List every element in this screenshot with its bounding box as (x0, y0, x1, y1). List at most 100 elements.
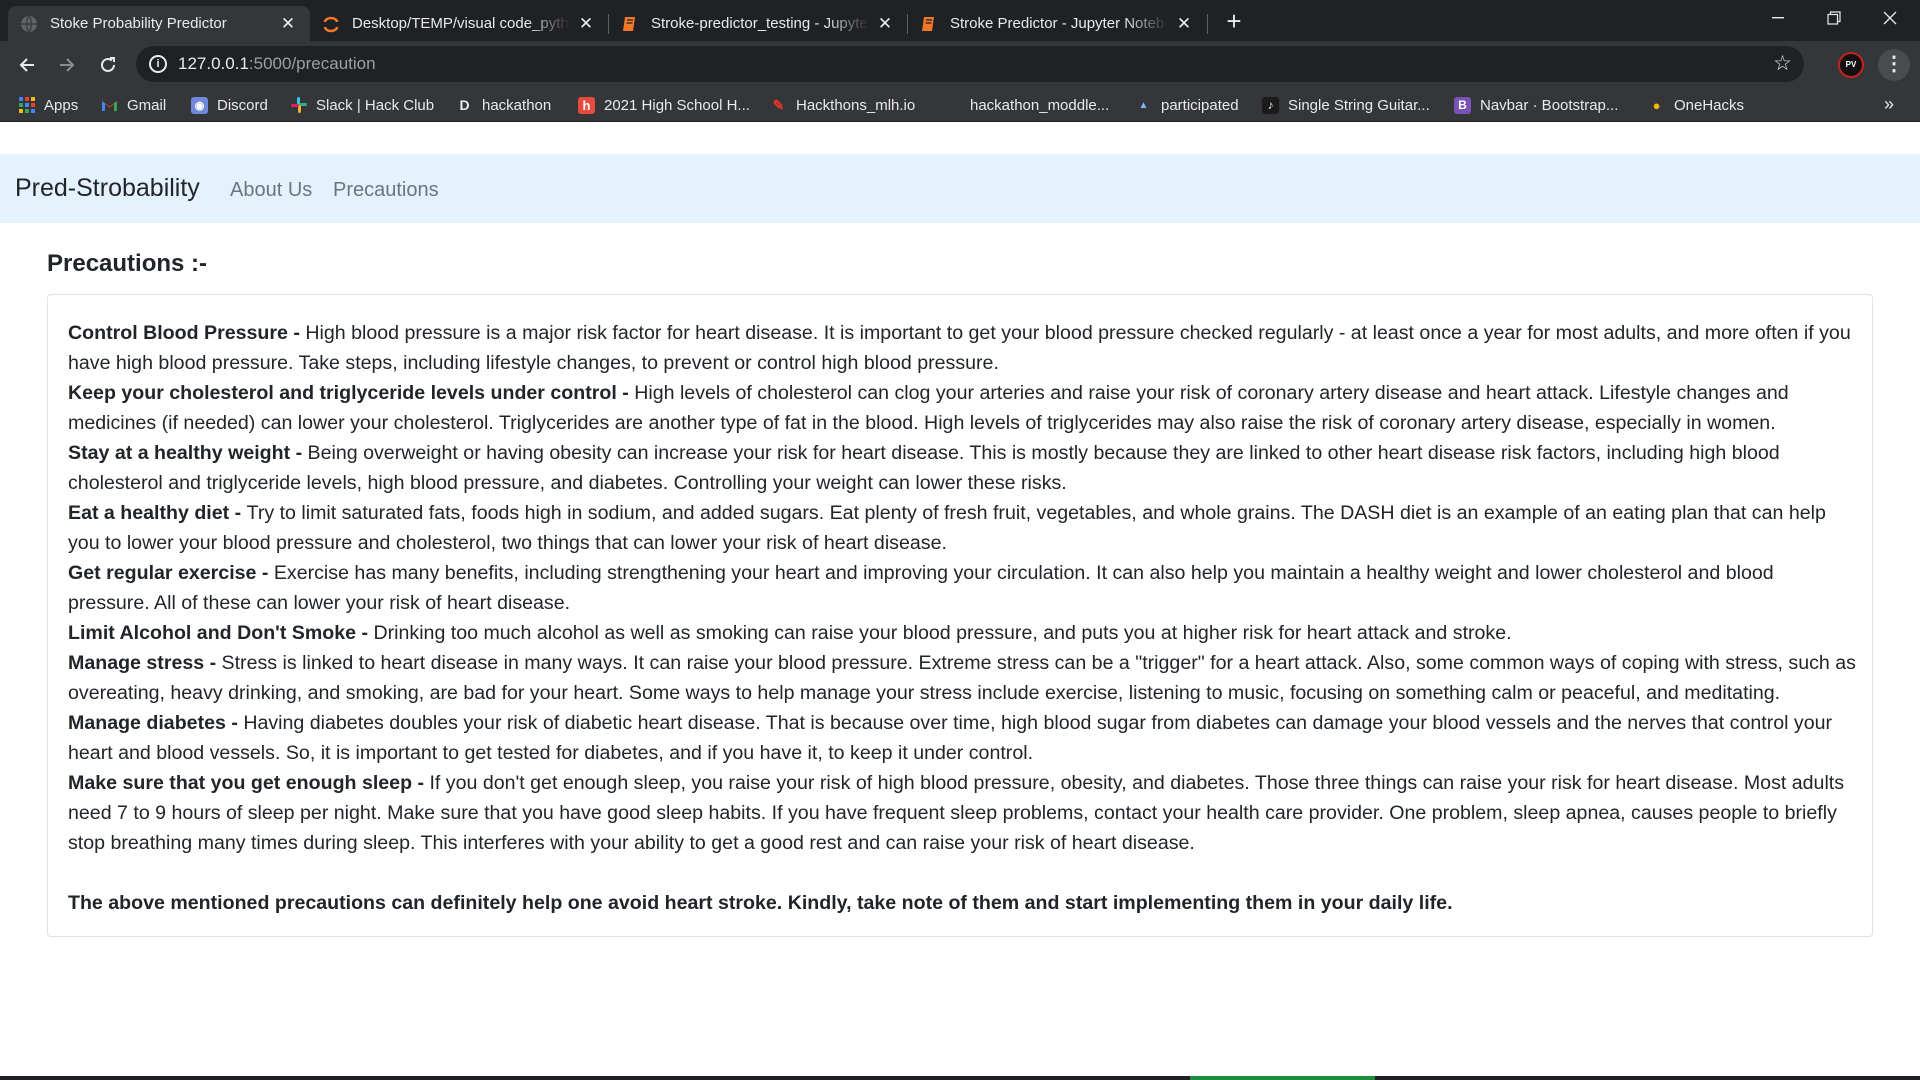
precaution-item: Manage stress - Stress is linked to hear… (68, 648, 1858, 708)
onehacks-icon: ● (1652, 97, 1661, 113)
apps-grid-icon (18, 97, 35, 114)
globe-icon (20, 15, 38, 33)
precaution-heading: Keep your cholesterol and triglyceride l… (68, 382, 635, 404)
bookmark-gmail[interactable]: Gmail (101, 88, 166, 122)
nav-link-about-us[interactable]: About Us (230, 179, 312, 202)
precaution-item: Eat a healthy diet - Try to limit satura… (68, 498, 1858, 558)
tab-title: Stoke Probability Predictor (50, 15, 227, 32)
bookmark-label: hackathon_moddle... (970, 96, 1110, 114)
precaution-heading: Eat a healthy diet - (68, 502, 247, 524)
close-icon[interactable]: ✕ (576, 14, 596, 34)
precaution-heading: Manage stress - (68, 652, 222, 674)
window-close-icon[interactable] (1862, 0, 1918, 36)
precaution-text: Try to limit saturated fats, foods high … (68, 502, 1826, 554)
tab-title: Stroke Predictor - Jupyter Notebook (950, 15, 1168, 32)
nav-link-precautions[interactable]: Precautions (333, 179, 439, 202)
bookmark-bootstrap[interactable]: B Navbar · Bootstrap... (1454, 88, 1618, 122)
precaution-heading: Control Blood Pressure - (68, 322, 306, 344)
mlh-icon: ✎ (772, 96, 785, 113)
precaution-heading: Get regular exercise - (68, 562, 274, 584)
bookmarks-bar: Apps Gmail ◉ Discord Slack | Hack Club D… (0, 88, 1920, 122)
bookmark-participated[interactable]: ▲ participated (1135, 88, 1239, 122)
url-host: 127.0.0.1 (178, 54, 249, 73)
back-icon[interactable] (12, 50, 42, 80)
discord-icon: ◉ (191, 96, 208, 114)
taskbar-highlight (1190, 1076, 1375, 1080)
precaution-text: Exercise has many benefits, including st… (68, 562, 1774, 614)
bookmark-label: OneHacks (1674, 96, 1745, 114)
precaution-text: Stress is linked to heart disease in man… (68, 652, 1856, 704)
notebook-icon (621, 15, 639, 33)
tab-stroke-predictor[interactable]: Stoke Probability Predictor ✕ (8, 6, 310, 41)
address-bar[interactable]: i 127.0.0.1:5000/precaution ☆ (136, 46, 1804, 82)
new-tab-button[interactable]: + (1220, 8, 1248, 36)
precaution-heading: Manage diabetes - (68, 712, 244, 734)
precautions-card: Control Blood Pressure - High blood pres… (47, 294, 1873, 937)
bookmark-apps[interactable]: Apps (18, 88, 78, 122)
jupyter-icon (322, 15, 340, 33)
precautions-list: Control Blood Pressure - High blood pres… (68, 318, 1858, 918)
site-info-icon[interactable]: i (149, 55, 167, 73)
blank-icon (944, 97, 961, 114)
precaution-item: Limit Alcohol and Don't Smoke - Drinking… (68, 618, 1858, 648)
tab-divider (1207, 14, 1208, 34)
precaution-item: Control Blood Pressure - High blood pres… (68, 318, 1858, 378)
bookmark-label: Single String Guitar... (1288, 96, 1430, 114)
tab-title: Desktop/TEMP/visual code_python (352, 15, 570, 32)
slack-icon (290, 97, 307, 114)
close-icon[interactable]: ✕ (278, 14, 298, 34)
devpost-icon: D (459, 97, 470, 113)
url-path: :5000/precaution (248, 54, 376, 73)
bookmark-high-school-hackathon[interactable]: h 2021 High School H... (578, 88, 750, 122)
address-url[interactable]: 127.0.0.1:5000/precaution (178, 54, 376, 74)
precaution-item: Stay at a healthy weight - Being overwei… (68, 438, 1858, 498)
site-navbar: Pred-Strobability About Us Precautions (0, 154, 1920, 223)
precaution-text: Having diabetes doubles your risk of dia… (68, 712, 1833, 764)
profile-avatar[interactable]: PV (1838, 52, 1864, 78)
tab-stroke-predictor-notebook[interactable]: Stroke Predictor - Jupyter Notebook ✕ (908, 6, 1206, 41)
closing-statement: The above mentioned precautions can defi… (68, 892, 1453, 914)
precaution-heading: Limit Alcohol and Don't Smoke - (68, 622, 374, 644)
bookmark-label: participated (1161, 96, 1239, 114)
precaution-heading: Make sure that you get enough sleep - (68, 772, 430, 794)
cloud-icon: ▲ (1138, 99, 1149, 111)
navbar-brand[interactable]: Pred-Strobability (15, 174, 200, 203)
close-icon[interactable]: ✕ (1174, 14, 1194, 34)
bookmark-onehacks[interactable]: ● OneHacks (1648, 88, 1744, 122)
window-bottom-edge (0, 1076, 1920, 1080)
browser-menu-icon[interactable]: ⋮ (1878, 49, 1910, 81)
bookmark-discord[interactable]: ◉ Discord (191, 88, 268, 122)
bookmark-label: Hackthons_mlh.io (796, 96, 916, 114)
hackerearth-icon: h (578, 96, 595, 114)
notebook-icon (920, 15, 938, 33)
bookmark-slack[interactable]: Slack | Hack Club (290, 88, 434, 122)
bookmark-star-icon[interactable]: ☆ (1773, 51, 1792, 76)
bookmark-hackathon-moddle[interactable]: hackathon_moddle... (944, 88, 1109, 122)
reload-icon[interactable] (93, 50, 123, 80)
bookmark-mlh[interactable]: ✎ Hackthons_mlh.io (770, 88, 916, 122)
gmail-icon (101, 97, 118, 114)
bookmark-label: Discord (217, 96, 268, 114)
precaution-text: Drinking too much alcohol as well as smo… (373, 622, 1512, 644)
tab-strip: Stoke Probability Predictor ✕ Desktop/TE… (0, 0, 1920, 41)
guitar-icon: ♪ (1262, 96, 1279, 114)
restore-icon[interactable] (1806, 0, 1862, 36)
close-icon[interactable]: ✕ (875, 14, 895, 34)
bookmark-guitar[interactable]: ♪ Single String Guitar... (1262, 88, 1430, 122)
bookmarks-overflow-icon[interactable]: » (1884, 94, 1894, 115)
bookmark-label: hackathon (482, 96, 552, 114)
bookmark-label: 2021 High School H... (604, 96, 750, 114)
precaution-item: Keep your cholesterol and triglyceride l… (68, 378, 1858, 438)
precaution-text: High blood pressure is a major risk fact… (68, 322, 1851, 374)
page-title: Precautions :- (47, 250, 208, 277)
minimize-icon[interactable] (1750, 0, 1806, 36)
bookmark-label: Navbar · Bootstrap... (1480, 96, 1619, 114)
bookmark-hackathon[interactable]: D hackathon (456, 88, 551, 122)
precaution-item: Manage diabetes - Having diabetes double… (68, 708, 1858, 768)
tab-visual-code[interactable]: Desktop/TEMP/visual code_python ✕ (310, 6, 608, 41)
precaution-item: Get regular exercise - Exercise has many… (68, 558, 1858, 618)
bookmark-label: Gmail (127, 96, 167, 114)
tab-stroke-predictor-testing[interactable]: Stroke-predictor_testing - Jupyter ✕ (609, 6, 907, 41)
bookmark-label: Apps (44, 96, 79, 114)
forward-icon[interactable] (52, 50, 82, 80)
